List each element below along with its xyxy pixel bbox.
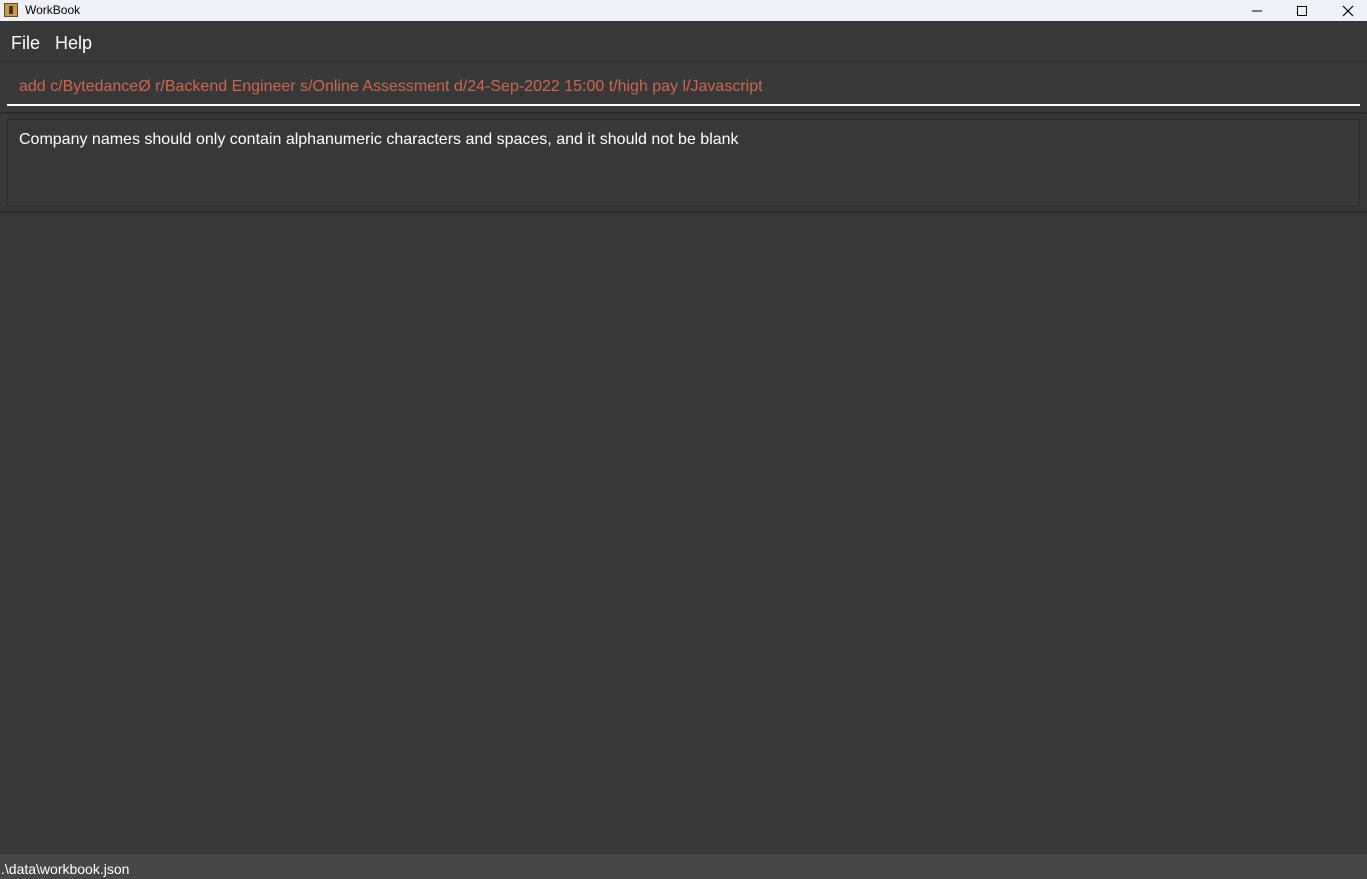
window-title: WorkBook bbox=[25, 3, 81, 17]
command-input-text[interactable]: add c/BytedanceØ r/Backend Engineer s/On… bbox=[19, 78, 763, 96]
result-display: Company names should only contain alphan… bbox=[7, 119, 1360, 207]
menu-file[interactable]: File bbox=[11, 33, 40, 53]
close-button[interactable] bbox=[1325, 0, 1367, 21]
minimize-button[interactable] bbox=[1234, 0, 1280, 21]
save-location-path: .\data\workbook.json bbox=[1, 861, 130, 877]
app-icon bbox=[4, 3, 18, 17]
divider-top bbox=[0, 112, 1367, 114]
minimize-icon bbox=[1252, 10, 1262, 11]
window-title-bar[interactable]: WorkBook bbox=[0, 0, 1367, 21]
divider-bottom bbox=[0, 211, 1367, 213]
menu-help[interactable]: Help bbox=[55, 33, 92, 53]
command-input[interactable]: add c/BytedanceØ r/Backend Engineer s/On… bbox=[7, 70, 1360, 106]
menu-bar: File Help bbox=[0, 26, 1367, 62]
maximize-button[interactable] bbox=[1279, 0, 1325, 21]
maximize-icon bbox=[1297, 5, 1307, 16]
status-bar: .\data\workbook.json bbox=[0, 853, 1367, 879]
result-message: Company names should only contain alphan… bbox=[19, 131, 739, 148]
application-list-panel bbox=[0, 214, 1367, 853]
close-icon bbox=[1342, 5, 1354, 16]
